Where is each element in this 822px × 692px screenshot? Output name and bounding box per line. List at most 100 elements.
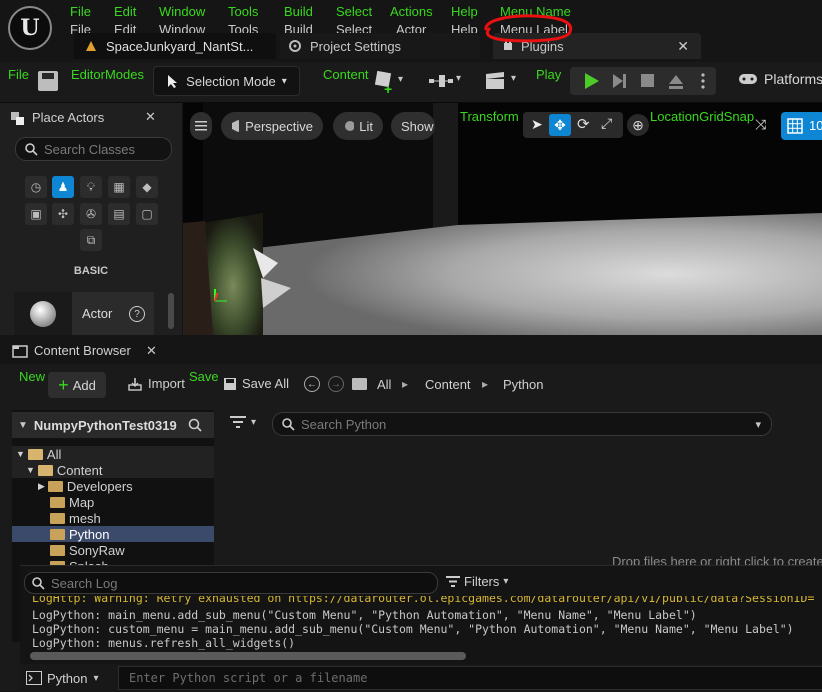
folder-icon[interactable] — [352, 378, 367, 390]
file-annotation: File — [8, 67, 29, 82]
close-tab-icon[interactable]: ✕ — [677, 38, 689, 55]
tab-level[interactable]: SpaceJunkyard_NantSt... — [74, 33, 276, 59]
sphere-icon — [30, 301, 56, 327]
tab-label: SpaceJunkyard_NantSt... — [106, 38, 254, 54]
cursor-icon — [168, 75, 178, 88]
search-classes-field[interactable]: Search Classes — [15, 137, 172, 161]
perspective-button[interactable]: Perspective — [221, 112, 323, 140]
play-annotation: Play — [536, 67, 562, 82]
scrollbar-thumb[interactable] — [168, 293, 174, 329]
blueprint-icon — [429, 75, 453, 87]
project-root-header[interactable]: ▼ NumpyPythonTest0319 — [12, 412, 214, 438]
play-icon — [585, 73, 599, 89]
tree-item-map[interactable]: Map — [12, 494, 94, 510]
tree-label: SonyRaw — [69, 542, 125, 558]
lit-button[interactable]: Lit — [333, 112, 383, 140]
filter-button[interactable]: ▾ — [230, 416, 256, 428]
move-tool-icon[interactable]: ✥ — [549, 114, 571, 136]
save-all-button[interactable]: Save All — [223, 376, 289, 391]
close-tab-icon[interactable]: ✕ — [146, 343, 157, 359]
stop-icon — [641, 74, 654, 87]
forward-arrow-icon[interactable]: → — [328, 376, 344, 392]
viewport-menu-button[interactable] — [190, 112, 212, 140]
breadcrumb-content[interactable]: Content — [425, 377, 471, 392]
world-space-icon[interactable]: ⊕ — [627, 114, 649, 136]
editormodes-annotation: EditorModes — [71, 67, 144, 82]
surface-snap-icon[interactable]: ⤨ — [755, 116, 766, 133]
volumes-icon[interactable]: ✣ — [52, 203, 74, 225]
tree-item-developers[interactable]: ▶ Developers — [12, 478, 133, 494]
log-line: LogPython: main_menu.add_sub_menu("Custo… — [32, 608, 697, 622]
actor-label: Actor — [82, 306, 113, 321]
breadcrumb-separator-icon: ▸ — [482, 377, 489, 391]
panels-icon[interactable]: ▢ — [136, 203, 158, 225]
tree-item-all[interactable]: ▼ All — [12, 446, 214, 462]
expand-arrow-icon: ▼ — [18, 419, 28, 431]
scale-tool-icon[interactable]: ⤢ — [601, 115, 612, 132]
console-input[interactable]: Enter Python script or a filename — [118, 666, 822, 690]
search-log-field[interactable]: Search Log — [24, 572, 438, 594]
more-classes-icon[interactable]: ⧉ — [80, 229, 102, 251]
tree-item-mesh[interactable]: mesh — [12, 510, 101, 526]
platforms-button[interactable]: Platforms — [738, 71, 822, 87]
chevron-down-icon: ▾ — [251, 416, 257, 428]
add-button[interactable]: + Add — [48, 372, 106, 398]
rotate-tool-icon[interactable]: ⟳ — [577, 115, 590, 133]
search-python-field[interactable]: Search Python ▾ — [272, 412, 772, 436]
visual-effects-icon[interactable]: ◆ — [136, 176, 158, 198]
breadcrumb-separator-icon: ▸ — [402, 377, 409, 391]
tab-project-settings[interactable]: Project Settings — [280, 33, 480, 59]
breadcrumb-all[interactable]: All — [377, 377, 391, 392]
cinematics-button[interactable]: ▾ — [485, 72, 521, 92]
play-controls-icons — [585, 73, 705, 89]
all-classes-icon[interactable]: ▤ — [108, 203, 130, 225]
project-name: NumpyPythonTest0319 — [33, 417, 177, 433]
horizontal-scrollbar-thumb[interactable] — [30, 652, 466, 660]
selection-mode-dropdown[interactable]: Selection Mode ▾ — [153, 66, 300, 96]
search-icon — [32, 577, 45, 590]
red-highlight-ellipse — [484, 14, 573, 43]
filters-dropdown[interactable]: Filters ▾ — [446, 574, 508, 589]
locationgridsnap-annotation: LocationGridSnap — [650, 109, 755, 124]
tree-item-content[interactable]: ▼ Content — [12, 462, 214, 478]
search-icon[interactable] — [188, 418, 202, 432]
tree-label: Map — [69, 494, 95, 510]
actor-list-item[interactable]: Actor ? — [14, 292, 154, 335]
tree-item-python[interactable]: Python — [12, 526, 214, 542]
geometry-icon[interactable]: ▣ — [25, 203, 47, 225]
shapes-icon[interactable]: ✇ — [80, 203, 102, 225]
log-line: LogPython: custom_menu = main_menu.add_s… — [32, 622, 794, 636]
tab-label: Project Settings — [310, 38, 402, 54]
basic-category-icon[interactable]: ♟ — [52, 176, 74, 198]
back-arrow-icon[interactable]: ← — [304, 376, 320, 392]
show-button[interactable]: Show — [391, 112, 435, 140]
show-label: Show — [401, 118, 434, 134]
blueprint-button[interactable]: ▾ — [428, 73, 464, 91]
help-icon[interactable]: ? — [129, 306, 145, 322]
save-annotation: Save — [189, 369, 219, 384]
select-tool-icon[interactable]: ➤ — [531, 116, 543, 133]
terminal-icon — [26, 671, 42, 685]
lights-icon[interactable]: 💡︎ — [80, 176, 102, 198]
unreal-logo-icon[interactable]: U — [8, 6, 52, 50]
cube-icon — [232, 120, 240, 132]
add-label: Add — [72, 377, 96, 393]
add-content-button[interactable]: + ▾ — [374, 70, 408, 97]
close-panel-icon[interactable]: ✕ — [145, 109, 156, 125]
cinematic-icon[interactable]: ▦ — [108, 176, 130, 198]
chevron-down-icon: ▾ — [398, 74, 404, 85]
place-actors-title: Place Actors — [32, 109, 105, 125]
import-button[interactable]: Import — [128, 376, 185, 391]
hamburger-icon — [195, 121, 207, 131]
console-mode-dropdown[interactable]: Python ▾ — [26, 668, 110, 688]
transform-tools: ➤ ✥ ⟳ ⤢ — [523, 112, 623, 138]
tree-item-sonyraw[interactable]: SonyRaw — [12, 542, 125, 558]
content-browser-header[interactable]: Content Browser — [12, 343, 131, 358]
breadcrumb-python[interactable]: Python — [503, 377, 543, 392]
recent-icon[interactable]: ◷ — [25, 176, 47, 198]
level-viewport[interactable]: Perspective Lit Show Transform ➤ ✥ ⟳ ⤢ ⊕… — [183, 103, 822, 335]
content-annotation: Content — [323, 67, 369, 82]
save-icon[interactable] — [38, 71, 58, 91]
new-annotation: New — [19, 369, 46, 384]
grid-snap-toggle[interactable]: 10 — [781, 112, 822, 140]
